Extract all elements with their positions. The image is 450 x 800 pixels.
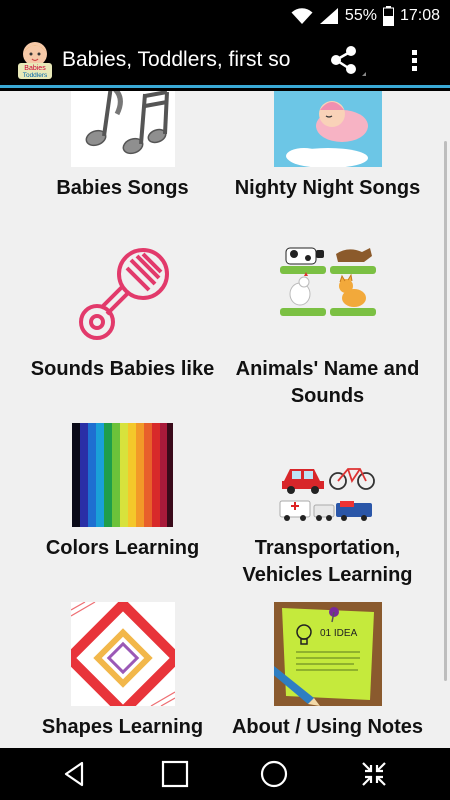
tile-label: Shapes Learning xyxy=(41,716,204,738)
app-title: Babies, Toddlers, first so xyxy=(62,48,291,71)
tile-babies-songs[interactable]: Babies Songs xyxy=(10,91,235,202)
color-stripes-icon xyxy=(72,423,173,527)
tile-label: Nighty Night Songs xyxy=(234,177,421,199)
share-button[interactable] xyxy=(322,40,366,82)
baby-rattle-icon xyxy=(70,244,175,348)
wifi-icon xyxy=(291,7,313,25)
share-icon xyxy=(331,46,366,76)
battery-percent: 55% xyxy=(344,7,377,24)
signal-icon xyxy=(319,7,339,25)
home-button[interactable] xyxy=(145,756,205,792)
status-icons: 55% 17:08 xyxy=(291,0,440,32)
idea-note-icon: 01 IDEA xyxy=(273,602,382,706)
tile-label: About / Using Notes xyxy=(231,716,424,738)
tile-animals-name-sounds[interactable]: Animals' Name and Sounds xyxy=(215,244,440,410)
recents-button[interactable] xyxy=(244,756,304,792)
logo-text-1: Babies xyxy=(24,65,46,72)
app-bar: Babies Toddlers Babies, Toddlers, first … xyxy=(0,32,450,88)
farm-animals-icon xyxy=(275,244,380,348)
home-icon xyxy=(161,760,189,788)
status-bar: 55% 17:08 xyxy=(0,0,450,32)
navigation-bar xyxy=(0,748,450,800)
tile-label: Sounds Babies like xyxy=(30,358,215,380)
tile-nighty-night-songs[interactable]: Nighty Night Songs xyxy=(215,91,440,202)
music-notes-icon xyxy=(70,91,175,167)
vehicles-icon xyxy=(275,423,380,527)
shapes-icon xyxy=(70,602,175,706)
tile-sounds-babies-like[interactable]: Sounds Babies like xyxy=(10,244,235,383)
scrollbar[interactable] xyxy=(444,141,447,681)
back-button[interactable] xyxy=(45,756,105,792)
tile-about-using-notes[interactable]: 01 IDEA About / Using Notes xyxy=(215,602,440,741)
fullscreen-button[interactable] xyxy=(344,756,404,792)
tile-label: Animals' Name and Sounds xyxy=(235,358,420,407)
back-icon xyxy=(64,761,84,787)
clock: 17:08 xyxy=(399,7,440,24)
menu-grid: Babies Songs Nighty Night Songs Sounds B… xyxy=(0,91,450,748)
tile-colors-learning[interactable]: Colors Learning xyxy=(10,423,235,562)
tile-label: Colors Learning xyxy=(45,537,200,559)
tile-label: Transportation, Vehicles Learning xyxy=(242,537,413,586)
overflow-menu-icon xyxy=(412,50,417,71)
fullscreen-icon xyxy=(362,762,386,786)
tile-transportation-vehicles[interactable]: Transportation, Vehicles Learning xyxy=(215,423,440,589)
overflow-menu-button[interactable] xyxy=(395,40,435,82)
logo-text-2: Toddlers xyxy=(23,72,48,79)
tile-label: Babies Songs xyxy=(56,177,189,199)
battery-icon xyxy=(382,6,394,26)
app-logo[interactable]: Babies Toddlers xyxy=(14,39,56,81)
recents-icon xyxy=(260,760,288,788)
tile-shapes-learning[interactable]: Shapes Learning xyxy=(10,602,235,741)
note-caption: 01 IDEA xyxy=(320,628,358,639)
sleeping-baby-moon-icon xyxy=(273,91,382,167)
